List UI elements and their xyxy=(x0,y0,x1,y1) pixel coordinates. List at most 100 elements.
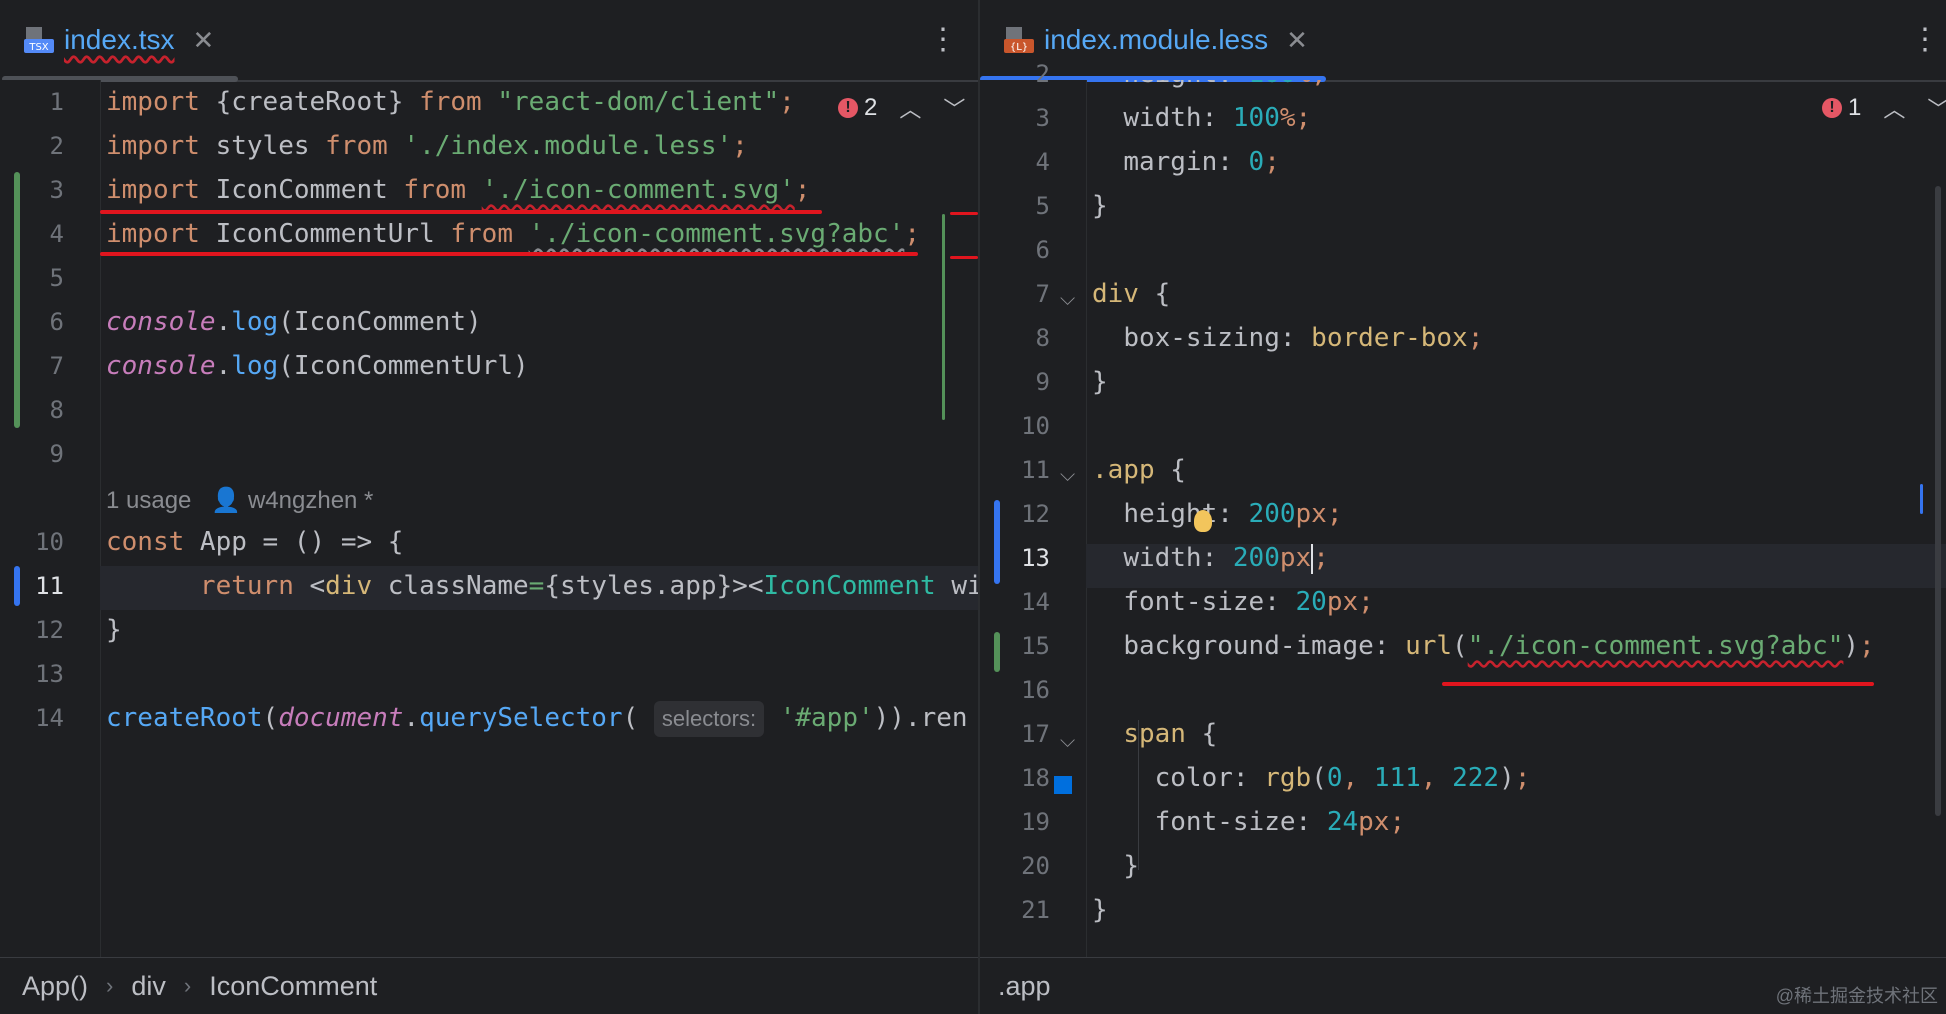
line-number: 14 xyxy=(1021,588,1050,616)
chevron-right-icon: › xyxy=(106,973,114,998)
color-swatch-icon[interactable] xyxy=(1054,776,1072,794)
line-number: 2 xyxy=(49,132,64,160)
code-line-18: color: rgb(0, 111, 222); xyxy=(1154,763,1531,793)
right-editor-pane: {L} index.module.less ✕ ⋮ 2 3 4 5 6 7 8 9 10 11 12… xyxy=(980,0,1946,1014)
chevron-right-icon: › xyxy=(183,973,192,998)
line-number: 13 xyxy=(1021,544,1050,572)
line-number: 16 xyxy=(1021,676,1050,704)
breadcrumb: App() › div › IconComment xyxy=(0,957,978,1014)
code-line-11: return <div className={styles.app}><Icon… xyxy=(199,571,978,601)
scope-marker xyxy=(942,214,945,420)
code-line-21: } xyxy=(1092,895,1108,925)
line-number: 15 xyxy=(1021,632,1050,660)
line-number: 19 xyxy=(1021,808,1050,836)
line-number: 9 xyxy=(1035,368,1050,396)
code-line-12: } xyxy=(106,615,122,645)
code-line-12: height: 200px; xyxy=(1123,499,1343,529)
code-line-19: font-size: 24px; xyxy=(1154,807,1406,837)
line-number: 5 xyxy=(49,264,64,292)
line-number: 10 xyxy=(35,528,64,556)
usage-inlay[interactable]: 1 usage 👤 w4ngzhen * xyxy=(106,486,373,515)
more-options-icon[interactable]: ⋮ xyxy=(928,22,958,57)
code-line-1: import {createRoot} from "react-dom/clie… xyxy=(106,87,795,117)
line-number: 11 xyxy=(35,572,64,600)
code-line-3: import IconComment from './icon-comment.… xyxy=(106,175,811,205)
author-icon: 👤 xyxy=(211,487,242,514)
code-line-5: } xyxy=(1092,191,1108,221)
line-number: 8 xyxy=(1035,324,1050,352)
code-line-8: box-sizing: border-box; xyxy=(1123,323,1484,353)
error-icon: ! xyxy=(1822,98,1842,118)
next-error-icon[interactable]: ﹀ xyxy=(943,92,965,124)
right-tab-bar: {L} index.module.less ✕ ⋮ xyxy=(980,0,1946,82)
code-line-4: margin: 0; xyxy=(1123,147,1280,177)
code-line-11: .app { xyxy=(1092,455,1186,485)
code-line-2: height: 100%; xyxy=(1092,80,1327,96)
line-number: 6 xyxy=(1035,236,1050,264)
line-number-gutter: 2 3 4 5 6 7 8 9 10 11 12 13 14 15 16 17 18 19 20 21 ⌵ ⌵ ⌵ xyxy=(980,60,1087,958)
parameter-hint: selectors: xyxy=(653,700,765,737)
svg-text:TSX: TSX xyxy=(28,42,48,53)
line-number: 21 xyxy=(1021,896,1050,924)
previous-error-icon[interactable]: ︿ xyxy=(899,92,921,124)
close-icon[interactable]: ✕ xyxy=(193,25,215,56)
line-number: 17 xyxy=(1021,720,1050,748)
error-counter[interactable]: ! 1 ︿ ﹀ xyxy=(1822,92,1946,124)
svg-text:{L}: {L} xyxy=(1010,42,1028,53)
line-number: 9 xyxy=(49,440,64,468)
code-line-7: div { xyxy=(1092,279,1171,309)
code-line-2: import styles from './index.module.less'… xyxy=(106,131,748,161)
line-number: 11 xyxy=(1021,456,1050,484)
fold-chevron-icon[interactable]: ⌵ xyxy=(1060,288,1075,311)
left-editor-pane: TSX index.tsx ✕ ⋮ 1 2 3 4 5 6 7 8 9 10 11 12 13 14 im… xyxy=(0,0,978,1014)
code-line-14: createRoot(document.querySelector( selec… xyxy=(106,696,968,740)
lightbulb-icon[interactable] xyxy=(1194,510,1212,532)
line-number: 3 xyxy=(49,176,64,204)
code-line-20: } xyxy=(1123,851,1139,881)
line-number: 6 xyxy=(49,308,64,336)
code-line-6: console.log(IconComment) xyxy=(106,307,482,337)
code-line-17: span { xyxy=(1123,719,1218,749)
error-counter[interactable]: ! 2 ︿ ﹀ xyxy=(838,92,965,124)
scrollbar[interactable] xyxy=(1935,186,1941,816)
breadcrumb-item[interactable]: IconComment xyxy=(209,971,377,1002)
fold-chevron-icon[interactable]: ⌵ xyxy=(1060,464,1075,487)
error-stripe-mark xyxy=(950,256,978,259)
code-line-7: console.log(IconCommentUrl) xyxy=(106,351,529,381)
less-file-icon: {L} xyxy=(1004,25,1034,55)
annotation-underline-line4 xyxy=(100,252,918,256)
line-number: 4 xyxy=(1035,148,1050,176)
code-line-10: const App = () => { xyxy=(106,527,404,557)
tab-label[interactable]: index.module.less xyxy=(1044,24,1268,56)
tab-label[interactable]: index.tsx xyxy=(64,24,175,56)
code-line-13: width: 200px; xyxy=(1123,543,1329,574)
code-line-3: width: 100%; xyxy=(1123,103,1312,133)
code-area[interactable]: height: 100%; width: 100%; margin: 0; } … xyxy=(1092,80,1946,958)
error-stripe-mark xyxy=(950,212,978,215)
code-line-15: background-image: url("./icon-comment.sv… xyxy=(1123,631,1875,661)
error-icon: ! xyxy=(838,98,858,118)
line-number: 3 xyxy=(1035,104,1050,132)
close-icon[interactable]: ✕ xyxy=(1286,25,1308,56)
line-number: 13 xyxy=(35,660,64,688)
line-number: 7 xyxy=(1035,280,1050,308)
breadcrumb-item[interactable]: App() xyxy=(22,971,88,1002)
more-options-icon[interactable]: ⋮ xyxy=(1910,22,1940,57)
next-error-icon[interactable]: ﹀ xyxy=(1927,92,1946,124)
line-number: 8 xyxy=(49,396,64,424)
line-number: 5 xyxy=(1035,192,1050,220)
breadcrumb-item[interactable]: div xyxy=(131,971,166,1002)
line-number: 20 xyxy=(1021,852,1050,880)
previous-error-icon[interactable]: ︿ xyxy=(1883,92,1905,124)
line-number: 7 xyxy=(49,352,64,380)
annotation-underline-line15 xyxy=(1442,682,1874,686)
tab-index-tsx[interactable]: TSX index.tsx ✕ xyxy=(24,0,214,80)
line-number: 12 xyxy=(35,616,64,644)
line-number: 10 xyxy=(1021,412,1050,440)
code-line-14: font-size: 20px; xyxy=(1123,587,1374,617)
line-number-gutter: 1 2 3 4 5 6 7 8 9 10 11 12 13 14 xyxy=(0,80,101,958)
breadcrumb-item[interactable]: .app xyxy=(998,971,1051,1002)
left-tab-bar: TSX index.tsx ✕ ⋮ xyxy=(0,0,978,82)
line-number: 2 xyxy=(1035,60,1050,88)
fold-chevron-icon[interactable]: ⌵ xyxy=(1060,730,1075,753)
